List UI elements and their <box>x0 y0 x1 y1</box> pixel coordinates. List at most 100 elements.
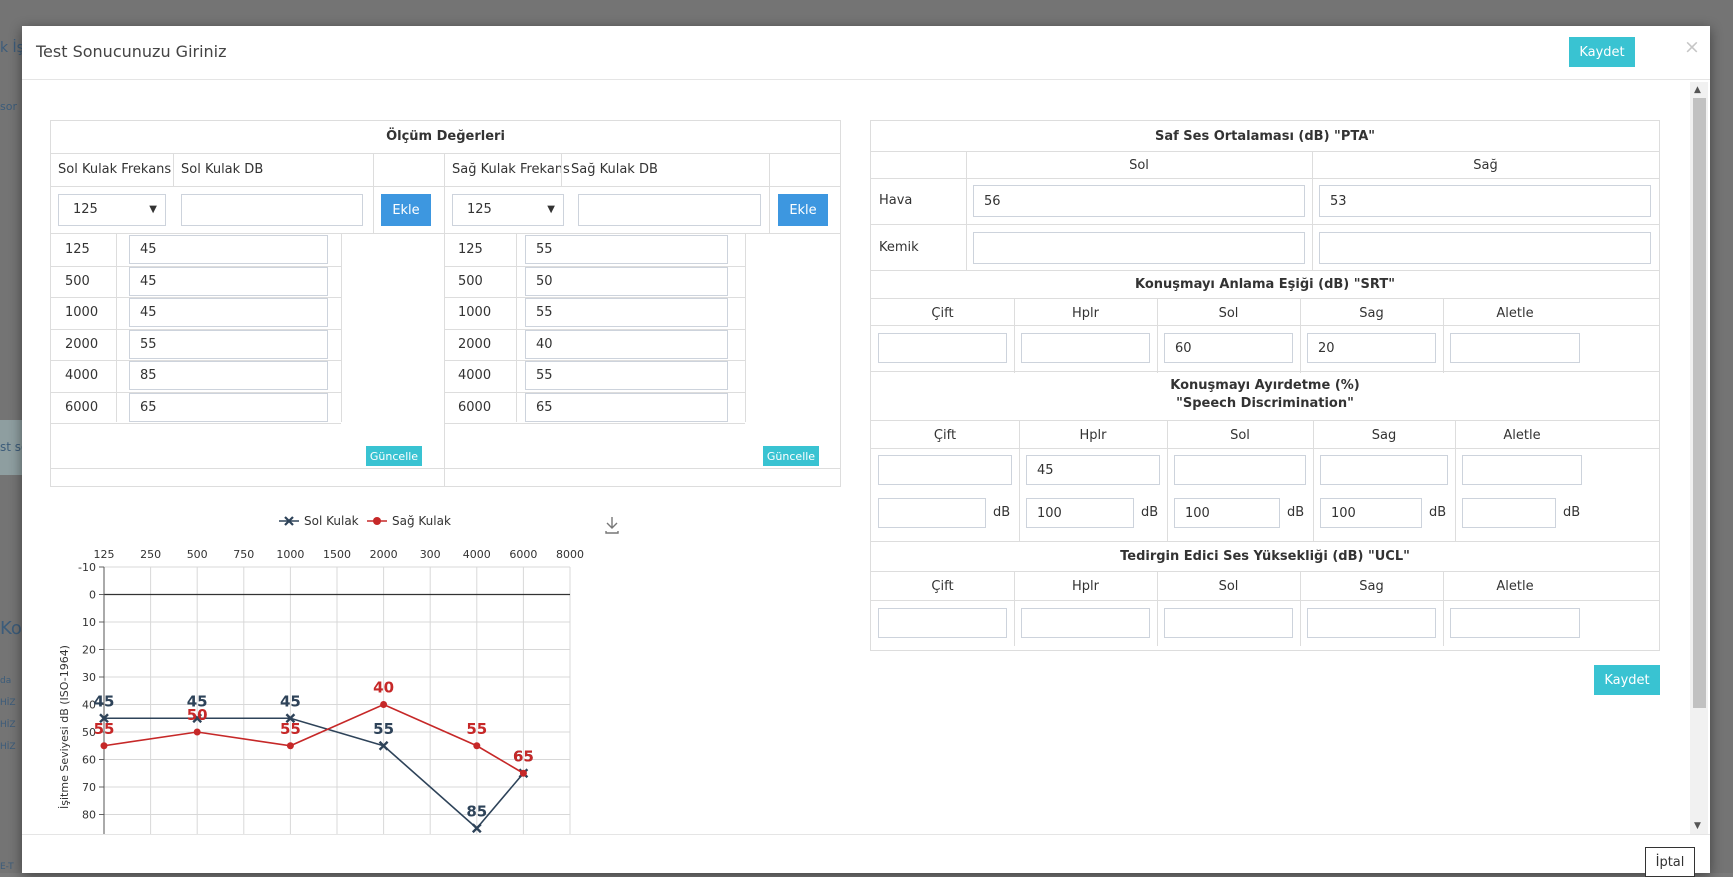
sd-input-0[interactable] <box>878 455 1012 485</box>
ucl-input-0[interactable] <box>878 608 1007 638</box>
data-point <box>380 701 388 708</box>
left-row-db-input[interactable] <box>129 235 328 264</box>
sd-input-3[interactable] <box>1320 455 1448 485</box>
right-db-input[interactable] <box>578 194 761 226</box>
left-row-db-input[interactable] <box>129 361 328 390</box>
x-tick-label: 1500 <box>323 548 351 561</box>
ucl-input-3[interactable] <box>1307 608 1436 638</box>
background-text: E-T <box>0 862 14 872</box>
scrollbar-thumb[interactable] <box>1693 98 1706 708</box>
background-text: k İş <box>0 40 24 56</box>
measurements-panel: Ölçüm Değerleri Sol Kulak Frekans Sol Ku… <box>50 120 841 487</box>
sd-unit-1: dB <box>1141 505 1159 520</box>
left-db-input[interactable] <box>181 194 363 226</box>
pta-kemik-sol-input[interactable] <box>973 232 1305 264</box>
pta-row-kemik: Kemik <box>879 240 919 255</box>
data-label: 65 <box>513 747 534 765</box>
body-save-button[interactable]: Kaydet <box>1594 665 1660 695</box>
right-row-db-input[interactable] <box>525 298 728 327</box>
left-row-freq: 125 <box>65 242 90 257</box>
srt-input-3[interactable] <box>1307 333 1436 363</box>
srt-input-0[interactable] <box>878 333 1007 363</box>
left-update-button[interactable]: Güncelle <box>366 446 422 466</box>
data-label: 45 <box>94 692 115 710</box>
right-row-db-input[interactable] <box>525 329 728 359</box>
data-label: 40 <box>373 679 394 697</box>
data-point <box>519 769 527 777</box>
srt-input-4[interactable] <box>1450 333 1580 363</box>
x-tick-label: 300 <box>420 548 441 561</box>
y-tick-label: 0 <box>89 589 96 602</box>
ucl-input-2[interactable] <box>1164 608 1293 638</box>
pta-hava-sol-input[interactable] <box>973 185 1305 217</box>
right-row-freq: 6000 <box>458 399 492 415</box>
left-freq-select[interactable]: 125 ▼ <box>58 194 166 226</box>
sd-input-2[interactable] <box>1174 455 1306 485</box>
scroll-up-arrow-icon[interactable]: ▲ <box>1694 85 1701 95</box>
x-tick-label: 8000 <box>556 548 584 561</box>
left-row-freq: 4000 <box>65 368 99 383</box>
sd-db-input-2[interactable] <box>1174 498 1280 528</box>
left-row-db-input[interactable] <box>129 298 328 327</box>
download-icon[interactable] <box>605 517 619 534</box>
sd-db-input-0[interactable] <box>878 498 986 528</box>
right-row-db-input[interactable] <box>525 392 728 422</box>
y-tick-label: 20 <box>82 644 96 657</box>
left-row-freq: 2000 <box>65 336 99 352</box>
ucl-input-1[interactable] <box>1021 608 1150 638</box>
measurements-title: Ölçüm Değerleri <box>386 129 505 144</box>
x-tick-label: 6000 <box>509 548 537 561</box>
x-tick-label: 250 <box>140 548 161 561</box>
ucl-col-4: Aletle <box>1496 579 1534 594</box>
right-add-button[interactable]: Ekle <box>778 194 828 226</box>
legend-label: Sağ Kulak <box>392 514 451 528</box>
left-row-freq: 6000 <box>65 399 99 415</box>
left-row-db-input[interactable] <box>129 266 328 296</box>
right-update-button[interactable]: Güncelle <box>763 446 819 466</box>
left-row-freq: 500 <box>65 273 90 289</box>
left-row-db-input[interactable] <box>129 392 328 422</box>
srt-input-1[interactable] <box>1021 333 1150 363</box>
ucl-input-4[interactable] <box>1450 608 1580 638</box>
x-tick-label: 125 <box>94 548 115 561</box>
background-text: HİZ <box>0 742 16 752</box>
right-freq-select[interactable]: 125 ▼ <box>452 194 564 226</box>
sd-db-input-4[interactable] <box>1462 498 1556 528</box>
ucl-col-0: Çift <box>931 579 954 594</box>
close-icon[interactable]: × <box>1684 36 1700 58</box>
srt-title: Konuşmayı Anlama Eşiği (dB) "SRT" <box>1135 277 1395 292</box>
scroll-down-arrow-icon[interactable]: ▼ <box>1694 821 1701 831</box>
sd-db-input-1[interactable] <box>1026 498 1134 528</box>
background-text: da <box>0 676 12 686</box>
audiogram-svg: 125 250 500 750 1000 1500 2000 300 4000 6000 8000-… <box>58 514 619 834</box>
left-row-db-input[interactable] <box>129 329 328 359</box>
pta-hava-sag-input[interactable] <box>1319 185 1651 217</box>
right-row-db-input[interactable] <box>525 266 728 296</box>
audiogram-chart: 125 250 500 750 1000 1500 2000 300 4000 6000 8000-… <box>50 499 650 834</box>
right-freq-header: Sağ Kulak Frekans <box>452 162 570 177</box>
legend-label: Sol Kulak <box>304 514 359 528</box>
data-label: 55 <box>373 720 394 738</box>
right-row-freq: 1000 <box>458 305 492 320</box>
modal-scrollbar[interactable]: ▲ ▼ <box>1690 82 1708 834</box>
sd-col-4: Aletle <box>1503 428 1541 443</box>
sd-db-input-3[interactable] <box>1320 498 1422 528</box>
chevron-down-icon: ▼ <box>547 204 555 215</box>
sd-input-4[interactable] <box>1462 455 1582 485</box>
y-axis-label: İşitme Seviyesi dB (ISO-1964) <box>58 645 71 809</box>
srt-input-2[interactable] <box>1164 333 1293 363</box>
modal-header: Test Sonucunuzu Giriniz Kaydet × <box>22 26 1710 80</box>
modal-body: Ölçüm Değerleri Sol Kulak Frekans Sol Ku… <box>22 81 1689 834</box>
data-label: 45 <box>280 692 301 710</box>
sd-col-1: Hplr <box>1079 428 1107 443</box>
pta-kemik-sag-input[interactable] <box>1319 232 1651 264</box>
background-text: HİZ <box>0 698 16 708</box>
data-point <box>193 728 201 736</box>
header-save-button[interactable]: Kaydet <box>1569 37 1635 67</box>
srt-col-4: Aletle <box>1496 306 1534 321</box>
right-row-db-input[interactable] <box>525 235 728 264</box>
right-db-header: Sağ Kulak DB <box>571 162 658 177</box>
right-row-db-input[interactable] <box>525 361 728 390</box>
sd-input-1[interactable] <box>1026 455 1160 485</box>
left-add-button[interactable]: Ekle <box>381 194 431 226</box>
